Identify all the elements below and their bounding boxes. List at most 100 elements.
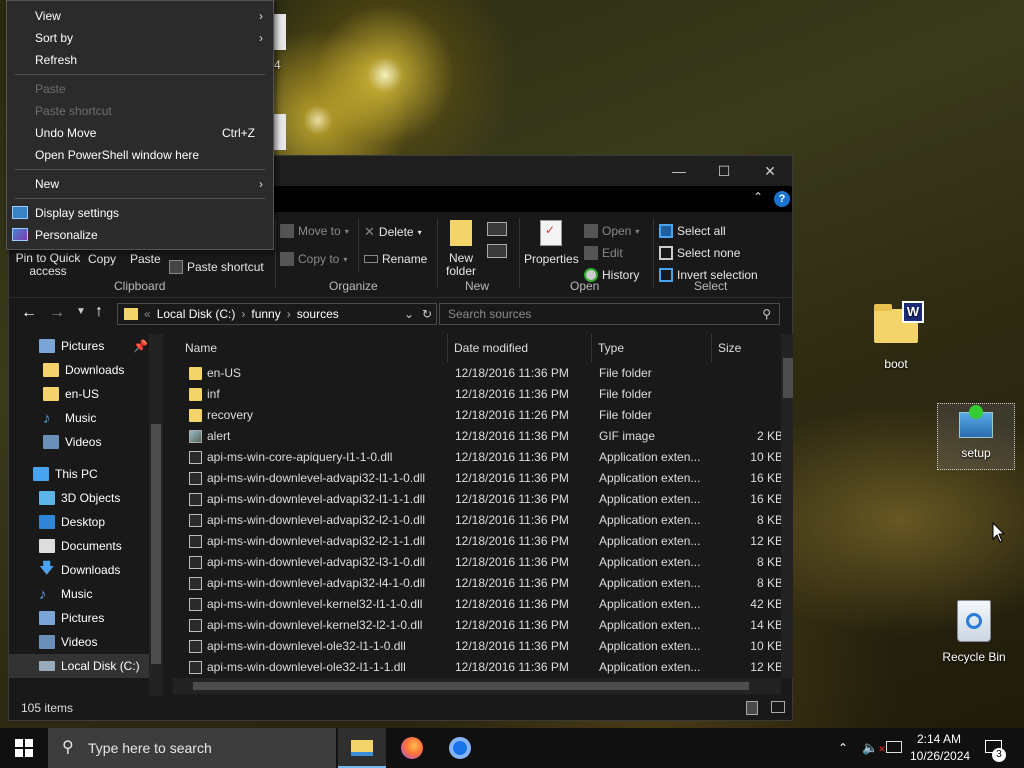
table-row[interactable]: api-ms-win-downlevel-ole32-l1-1-1.dll 12/… (173, 657, 783, 678)
taskbar-chrome[interactable] (436, 728, 484, 768)
paste-shortcut-button[interactable]: Paste shortcut (169, 260, 264, 274)
menu-item-refresh[interactable]: Refresh (7, 49, 273, 71)
menu-item-new[interactable]: New › (7, 173, 273, 195)
table-row[interactable]: api-ms-win-downlevel-advapi32-l1-1-0.dll… (173, 468, 783, 489)
menu-separator (15, 169, 265, 170)
file-type: Application exten... (599, 639, 701, 653)
search-input[interactable]: Search sources ⚲ (439, 303, 780, 325)
new-item-button[interactable] (487, 222, 507, 236)
close-button[interactable]: ✕ (747, 156, 793, 186)
nav-item-local-disk[interactable]: Local Disk (C:) (9, 654, 149, 678)
breadcrumb-local-disk[interactable]: Local Disk (C:) (157, 307, 236, 321)
refresh-icon[interactable]: ↻ (422, 307, 432, 321)
nav-item-pictures[interactable]: Pictures (9, 606, 104, 630)
menu-item-sort-by[interactable]: Sort by › (7, 27, 273, 49)
nav-item-music[interactable]: ♪ Music (9, 582, 92, 606)
desktop-icon-boot[interactable]: W boot (857, 301, 935, 371)
rename-button[interactable]: Rename (364, 252, 427, 266)
table-row[interactable]: api-ms-win-downlevel-kernel32-l2-1-0.dll… (173, 615, 783, 636)
copy-button[interactable]: Copy (88, 252, 116, 266)
column-header-size[interactable]: Size (711, 334, 741, 362)
hscroll-thumb[interactable] (193, 682, 749, 690)
nav-item-documents[interactable]: Documents (9, 534, 122, 558)
table-row[interactable]: api-ms-win-core-apiquery-l1-1-0.dll 12/18… (173, 447, 783, 468)
action-center-button[interactable]: 3 (982, 728, 1012, 768)
nav-item-videos-quick[interactable]: Videos (9, 430, 101, 454)
nav-item-en-us[interactable]: en-US (9, 382, 99, 406)
nav-item-3d-objects[interactable]: 3D Objects (9, 486, 120, 510)
delete-button[interactable]: ✕ Delete ▾ (364, 224, 422, 240)
table-row[interactable]: alert 12/18/2016 11:36 PM GIF image 2 KB (173, 426, 783, 447)
paste-button[interactable]: Paste (130, 252, 161, 266)
nav-item-downloads-quick[interactable]: Downloads (9, 358, 124, 382)
select-all-button[interactable]: Select all (659, 224, 726, 238)
file-explorer-icon (351, 740, 373, 756)
address-dropdown-chevron-icon[interactable]: ⌄ (404, 307, 414, 321)
table-row[interactable]: api-ms-win-downlevel-kernel32-l1-1-0.dll… (173, 594, 783, 615)
easy-access-button[interactable] (487, 244, 507, 258)
table-row[interactable]: recovery 12/18/2016 11:26 PM File folder (173, 405, 783, 426)
nav-item-music-quick[interactable]: ♪ Music (9, 406, 96, 430)
nav-item-videos[interactable]: Videos (9, 630, 97, 654)
search-icon: ⚲ (62, 739, 74, 756)
column-header-date[interactable]: Date modified (447, 334, 528, 362)
column-header-type[interactable]: Type (591, 334, 624, 362)
table-row[interactable]: inf 12/18/2016 11:36 PM File folder (173, 384, 783, 405)
menu-item-display-settings[interactable]: Display settings (7, 202, 273, 224)
table-row[interactable]: api-ms-win-downlevel-advapi32-l2-1-1.dll… (173, 531, 783, 552)
table-row[interactable]: en-US 12/18/2016 11:36 PM File folder (173, 363, 783, 384)
hidden-desktop-icon[interactable] (272, 114, 286, 150)
minimize-button[interactable]: — (656, 156, 702, 186)
new-folder-button[interactable]: New folder (441, 220, 481, 278)
nav-item-downloads[interactable]: 🡇 Downloads (9, 558, 120, 582)
breadcrumb-funny[interactable]: funny (251, 307, 280, 321)
move-to-button[interactable]: Move to ▾ (280, 224, 349, 238)
menu-item-personalize[interactable]: Personalize (7, 224, 273, 246)
clock[interactable]: 2:14 AM 10/26/2024 (910, 728, 970, 768)
select-none-button[interactable]: Select none (659, 246, 740, 260)
nav-item-this-pc[interactable]: This PC (9, 462, 98, 486)
back-arrow-icon[interactable]: ← (21, 304, 37, 322)
desktop-icon-setup[interactable]: setup (937, 403, 1015, 470)
menu-item-view[interactable]: View › (7, 5, 273, 27)
collapse-ribbon-icon[interactable]: ⌃ (753, 190, 763, 204)
menu-item-open-powershell[interactable]: Open PowerShell window here (7, 144, 273, 166)
menu-item-undo-move[interactable]: Undo Move Ctrl+Z (7, 122, 273, 144)
show-hidden-icons-chevron-icon[interactable]: ⌃ (838, 728, 848, 768)
taskbar-file-explorer[interactable] (338, 728, 386, 768)
table-row[interactable]: api-ms-win-downlevel-advapi32-l4-1-0.dll… (173, 573, 783, 594)
taskbar-search-box[interactable]: ⚲ Type here to search (48, 728, 336, 768)
file-scroll-thumb[interactable] (783, 358, 793, 398)
start-button[interactable] (0, 728, 48, 768)
file-list-scrollbar[interactable] (781, 334, 793, 678)
nav-item-desktop[interactable]: Desktop (9, 510, 105, 534)
hidden-desktop-icon[interactable] (272, 14, 286, 50)
network-icon[interactable] (886, 741, 902, 753)
nav-scroll-thumb[interactable] (151, 424, 161, 664)
desktop-icon-recycle-bin[interactable]: Recycle Bin (935, 600, 1013, 664)
file-list-hscrollbar[interactable] (173, 678, 781, 694)
nav-item-pictures-quick[interactable]: Pictures 📌 (9, 334, 159, 358)
column-header-name[interactable]: Name (185, 334, 217, 362)
address-bar[interactable]: « Local Disk (C:) › funny › sources ⌄ ↻ (117, 303, 437, 325)
up-arrow-icon[interactable]: ↑ (95, 303, 103, 321)
table-row[interactable]: api-ms-win-downlevel-advapi32-l1-1-1.dll… (173, 489, 783, 510)
recent-locations-chevron-icon[interactable]: ▼ (76, 306, 86, 317)
forward-arrow-icon[interactable]: → (49, 304, 65, 322)
maximize-button[interactable]: ☐ (701, 156, 747, 186)
help-icon[interactable]: ? (774, 191, 790, 207)
edit-button[interactable]: Edit (584, 246, 623, 260)
nav-scrollbar[interactable] (149, 334, 163, 696)
large-icons-view-icon[interactable] (771, 701, 785, 713)
taskbar-firefox[interactable] (388, 728, 436, 768)
copy-to-button[interactable]: Copy to ▾ (280, 252, 347, 266)
volume-muted-icon[interactable]: 🔈✕ (862, 728, 886, 768)
table-row[interactable]: api-ms-win-downlevel-advapi32-l3-1-0.dll… (173, 552, 783, 573)
open-button[interactable]: Open ▾ (584, 224, 639, 238)
table-row[interactable]: api-ms-win-downlevel-ole32-l1-1-0.dll 12/… (173, 636, 783, 657)
pin-to-quick-access-button[interactable]: Pin to Quick access (13, 252, 83, 278)
properties-button[interactable]: ✓ Properties (524, 220, 579, 266)
details-view-icon[interactable] (746, 701, 758, 715)
breadcrumb-sources[interactable]: sources (297, 307, 339, 321)
table-row[interactable]: api-ms-win-downlevel-advapi32-l2-1-0.dll… (173, 510, 783, 531)
